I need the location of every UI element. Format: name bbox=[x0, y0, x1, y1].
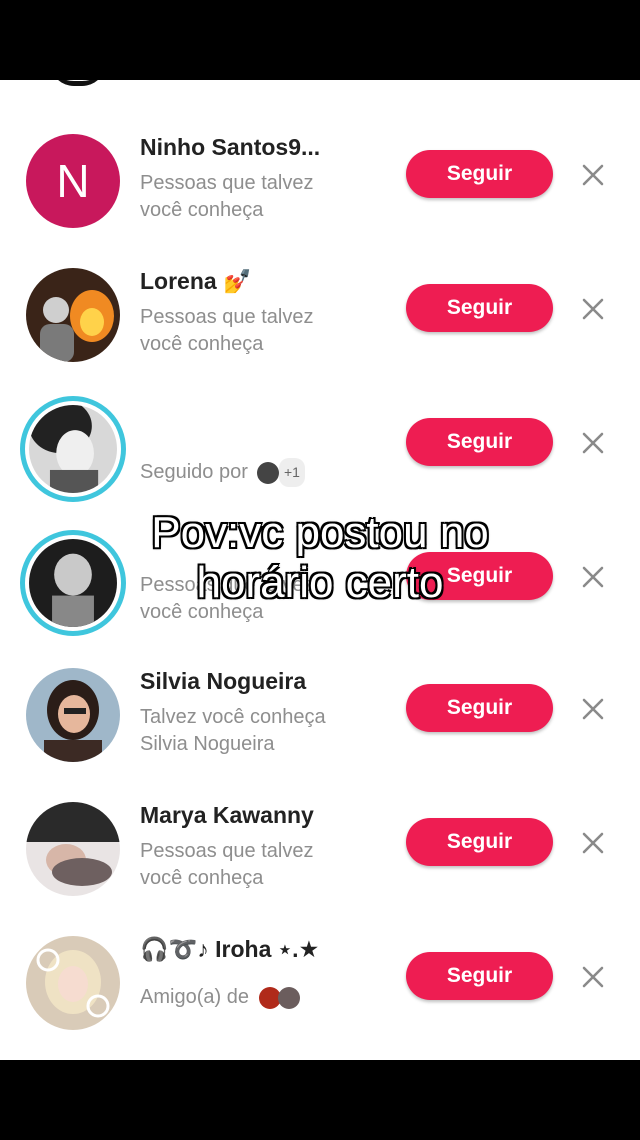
avatar[interactable]: N bbox=[26, 134, 120, 228]
suggestion-row: Marya Kawanny Pessoas que talvez você co… bbox=[0, 788, 640, 908]
avatar-photo bbox=[26, 268, 120, 362]
close-icon[interactable] bbox=[578, 428, 608, 458]
follow-button[interactable]: Seguir bbox=[406, 684, 553, 732]
mutual-avatar bbox=[278, 986, 301, 1009]
suggestion-reason: Pessoas que talvez você conheça bbox=[140, 840, 314, 889]
header-fragment bbox=[50, 80, 106, 86]
suggestion-reason: Pessoas que talvez você conheça bbox=[140, 172, 314, 221]
close-icon[interactable] bbox=[578, 962, 608, 992]
suggestion-reason: Talvez você conheça Silvia Nogueira bbox=[140, 706, 326, 755]
avatar-photo bbox=[26, 802, 120, 896]
follow-button[interactable]: Seguir bbox=[406, 284, 553, 332]
user-name[interactable]: Lorena 💅 bbox=[140, 268, 252, 295]
top-black-bar bbox=[0, 0, 640, 80]
suggestion-row: Silvia Nogueira Talvez você conheça Silv… bbox=[0, 654, 640, 774]
suggestion-reason: Amigo(a) de bbox=[140, 984, 301, 1011]
bottom-black-bar bbox=[0, 1060, 640, 1140]
user-name[interactable]: Marya Kawanny bbox=[140, 802, 314, 829]
avatar-photo bbox=[29, 405, 117, 493]
mutual-count: +1 bbox=[279, 458, 305, 487]
avatar[interactable] bbox=[26, 268, 120, 362]
follow-button[interactable]: Seguir bbox=[406, 818, 553, 866]
follow-button[interactable]: Seguir bbox=[406, 418, 553, 466]
avatar[interactable] bbox=[26, 668, 120, 762]
mutual-avatar bbox=[257, 461, 280, 484]
user-name[interactable]: Ninho Santos9... bbox=[140, 134, 320, 161]
close-icon[interactable] bbox=[578, 294, 608, 324]
suggestion-row: Lorena 💅 Pessoas que talvez você conheça… bbox=[0, 254, 640, 374]
avatar[interactable] bbox=[20, 396, 126, 502]
suggestion-reason: Pessoas que talvez você conheça bbox=[140, 306, 314, 355]
avatar[interactable] bbox=[26, 802, 120, 896]
close-icon[interactable] bbox=[578, 828, 608, 858]
video-caption-overlay: Pov:vc postou no horário certo bbox=[150, 507, 490, 608]
avatar-photo bbox=[26, 936, 120, 1030]
user-name[interactable]: Silvia Nogueira bbox=[140, 668, 306, 695]
suggestion-row: Seguido por +1 Seguir bbox=[0, 388, 640, 508]
user-name[interactable]: 🎧➰♪ Iroha ⋆.★ bbox=[140, 936, 319, 963]
close-icon[interactable] bbox=[578, 160, 608, 190]
avatar-photo bbox=[26, 668, 120, 762]
suggestion-reason: Seguido por +1 bbox=[140, 458, 305, 487]
follow-button[interactable]: Seguir bbox=[406, 150, 553, 198]
close-icon[interactable] bbox=[578, 694, 608, 724]
avatar[interactable] bbox=[26, 936, 120, 1030]
suggestion-row: N Ninho Santos9... Pessoas que talvez vo… bbox=[0, 120, 640, 240]
suggestion-row: 🎧➰♪ Iroha ⋆.★ Amigo(a) de Seguir bbox=[0, 922, 640, 1042]
follow-button[interactable]: Seguir bbox=[406, 952, 553, 1000]
